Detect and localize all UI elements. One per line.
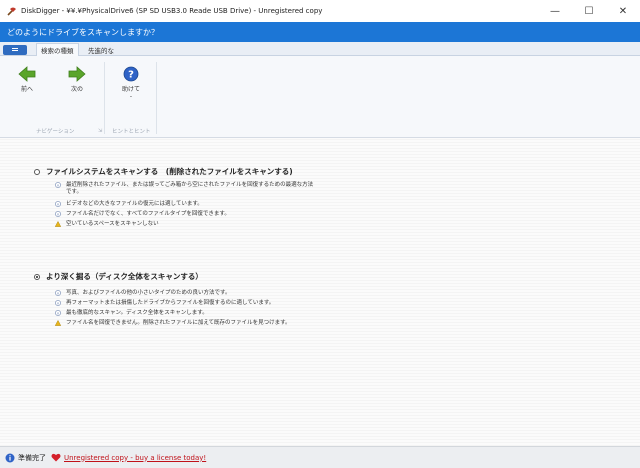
banner-text: どのようにドライブをスキャンしますか？ xyxy=(7,27,159,37)
option-dig-deeper[interactable]: より深く掘る（ディスク全体をスキャンする） xyxy=(34,271,203,282)
window-title: DiskDigger - ¥¥.¥PhysicalDrive6 (SP SD U… xyxy=(21,7,323,15)
help-icon: ? xyxy=(123,66,139,82)
radio-dig-deeper[interactable] xyxy=(34,273,40,280)
title-bar: DiskDigger - ¥¥.¥PhysicalDrive6 (SP SD U… xyxy=(0,0,640,22)
minimize-button[interactable]: — xyxy=(538,0,572,22)
group-label-navigation: ナビゲーション xyxy=(36,129,75,135)
bullet-text: ビデオなどの大きなファイルの復元には適しています。 xyxy=(66,201,203,207)
ribbon-panel: 前へ 次の ? 助けて - ナビゲーション ⇲ ヒントとヒント xyxy=(0,56,640,138)
bullet-text: 写真、およびファイルの他の小さいタイプのための良い方法です。 xyxy=(66,290,231,296)
info-icon xyxy=(55,290,61,296)
bullet-text: ファイル名を回復できません。削除されたファイルに加えて既存のファイルを見つけます… xyxy=(66,320,291,326)
info-icon xyxy=(55,201,61,207)
info-icon xyxy=(55,300,61,306)
bullet-text: 空いているスペースをスキャンしない xyxy=(66,221,159,227)
ribbon-tab-bar: 検索の種類 先進的な xyxy=(0,42,640,56)
option-label: ファイルシステムをスキャンする (削除されたファイルをスキャンする) xyxy=(46,167,293,176)
option-bullet: 最近削除されたファイル、または誤ってごみ箱から空にされたファイルを回復するための… xyxy=(55,182,315,196)
option-bullet: 最も徹底的なスキャン。ディスク全体をスキャンします。 xyxy=(55,310,315,317)
close-button[interactable]: ✕ xyxy=(606,0,640,22)
radio-scan-filesystem[interactable] xyxy=(34,168,40,175)
option-bullet: ビデオなどの大きなファイルの復元には適しています。 xyxy=(55,201,315,208)
warning-icon xyxy=(55,221,61,227)
back-button[interactable]: 前へ xyxy=(12,66,42,93)
tab-advanced[interactable]: 先進的な xyxy=(84,43,118,56)
info-icon xyxy=(5,453,15,462)
window-controls: — ☐ ✕ xyxy=(538,0,640,22)
option-label: より深く掘る（ディスク全体をスキャンする） xyxy=(46,272,203,281)
option-scan-filesystem[interactable]: ファイルシステムをスキャンする (削除されたファイルをスキャンする) xyxy=(34,166,293,177)
option-bullet: 写真、およびファイルの他の小さいタイプのための良い方法です。 xyxy=(55,290,315,297)
bullet-text: 最も徹底的なスキャン。ディスク全体をスキャンします。 xyxy=(66,310,208,316)
next-label: 次の xyxy=(70,86,83,93)
svg-text:?: ? xyxy=(128,70,134,81)
option-bullet: ファイル名を回復できません。削除されたファイルに加えて既存のファイルを見つけます… xyxy=(55,320,355,327)
bullet-text: 再フォーマットまたは損傷したドライブからファイルを回復するのに適しています。 xyxy=(66,300,275,306)
info-icon xyxy=(55,310,61,316)
tab-scan-type[interactable]: 検索の種類 xyxy=(36,43,79,56)
info-icon xyxy=(55,211,61,217)
help-button[interactable]: ? 助けて - xyxy=(116,66,146,100)
heart-icon xyxy=(51,453,61,462)
scan-options-panel: ファイルシステムをスキャンする (削除されたファイルをスキャンする) 最近削除さ… xyxy=(0,138,640,446)
group-launcher-icon[interactable]: ⇲ xyxy=(98,128,102,134)
status-bar: 準備完了 Unregistered copy - buy a license t… xyxy=(0,446,640,468)
diskdigger-app-icon[interactable] xyxy=(5,5,17,17)
option-bullet: 空いているスペースをスキャンしない xyxy=(55,221,315,228)
group-label-hints: ヒントとヒント xyxy=(112,129,151,135)
bullet-text: 最近削除されたファイル、または誤ってごみ箱から空にされたファイルを回復するための… xyxy=(66,182,314,195)
option-bullet: ファイル名だけでなく、すべてのファイルタイプを回復できます。 xyxy=(55,211,315,218)
status-text: 準備完了 xyxy=(18,453,46,462)
group-divider xyxy=(156,62,157,134)
buy-license-link[interactable]: Unregistered copy - buy a license today! xyxy=(64,454,206,462)
help-dropdown-indicator[interactable]: - xyxy=(116,93,146,100)
back-label: 前へ xyxy=(20,86,33,93)
application-menu-button[interactable] xyxy=(3,45,27,55)
group-divider xyxy=(104,62,105,134)
help-label: 助けて xyxy=(121,86,140,93)
menu-icon xyxy=(12,48,18,51)
option-bullet: 再フォーマットまたは損傷したドライブからファイルを回復するのに適しています。 xyxy=(55,300,315,307)
warning-icon xyxy=(55,320,61,326)
next-button[interactable]: 次の xyxy=(62,66,92,93)
info-icon xyxy=(55,182,61,188)
step-banner: どのようにドライブをスキャンしますか？ xyxy=(0,22,640,42)
next-arrow-icon xyxy=(68,66,86,82)
back-arrow-icon xyxy=(18,66,36,82)
bullet-text: ファイル名だけでなく、すべてのファイルタイプを回復できます。 xyxy=(66,211,230,217)
maximize-button[interactable]: ☐ xyxy=(572,0,606,22)
